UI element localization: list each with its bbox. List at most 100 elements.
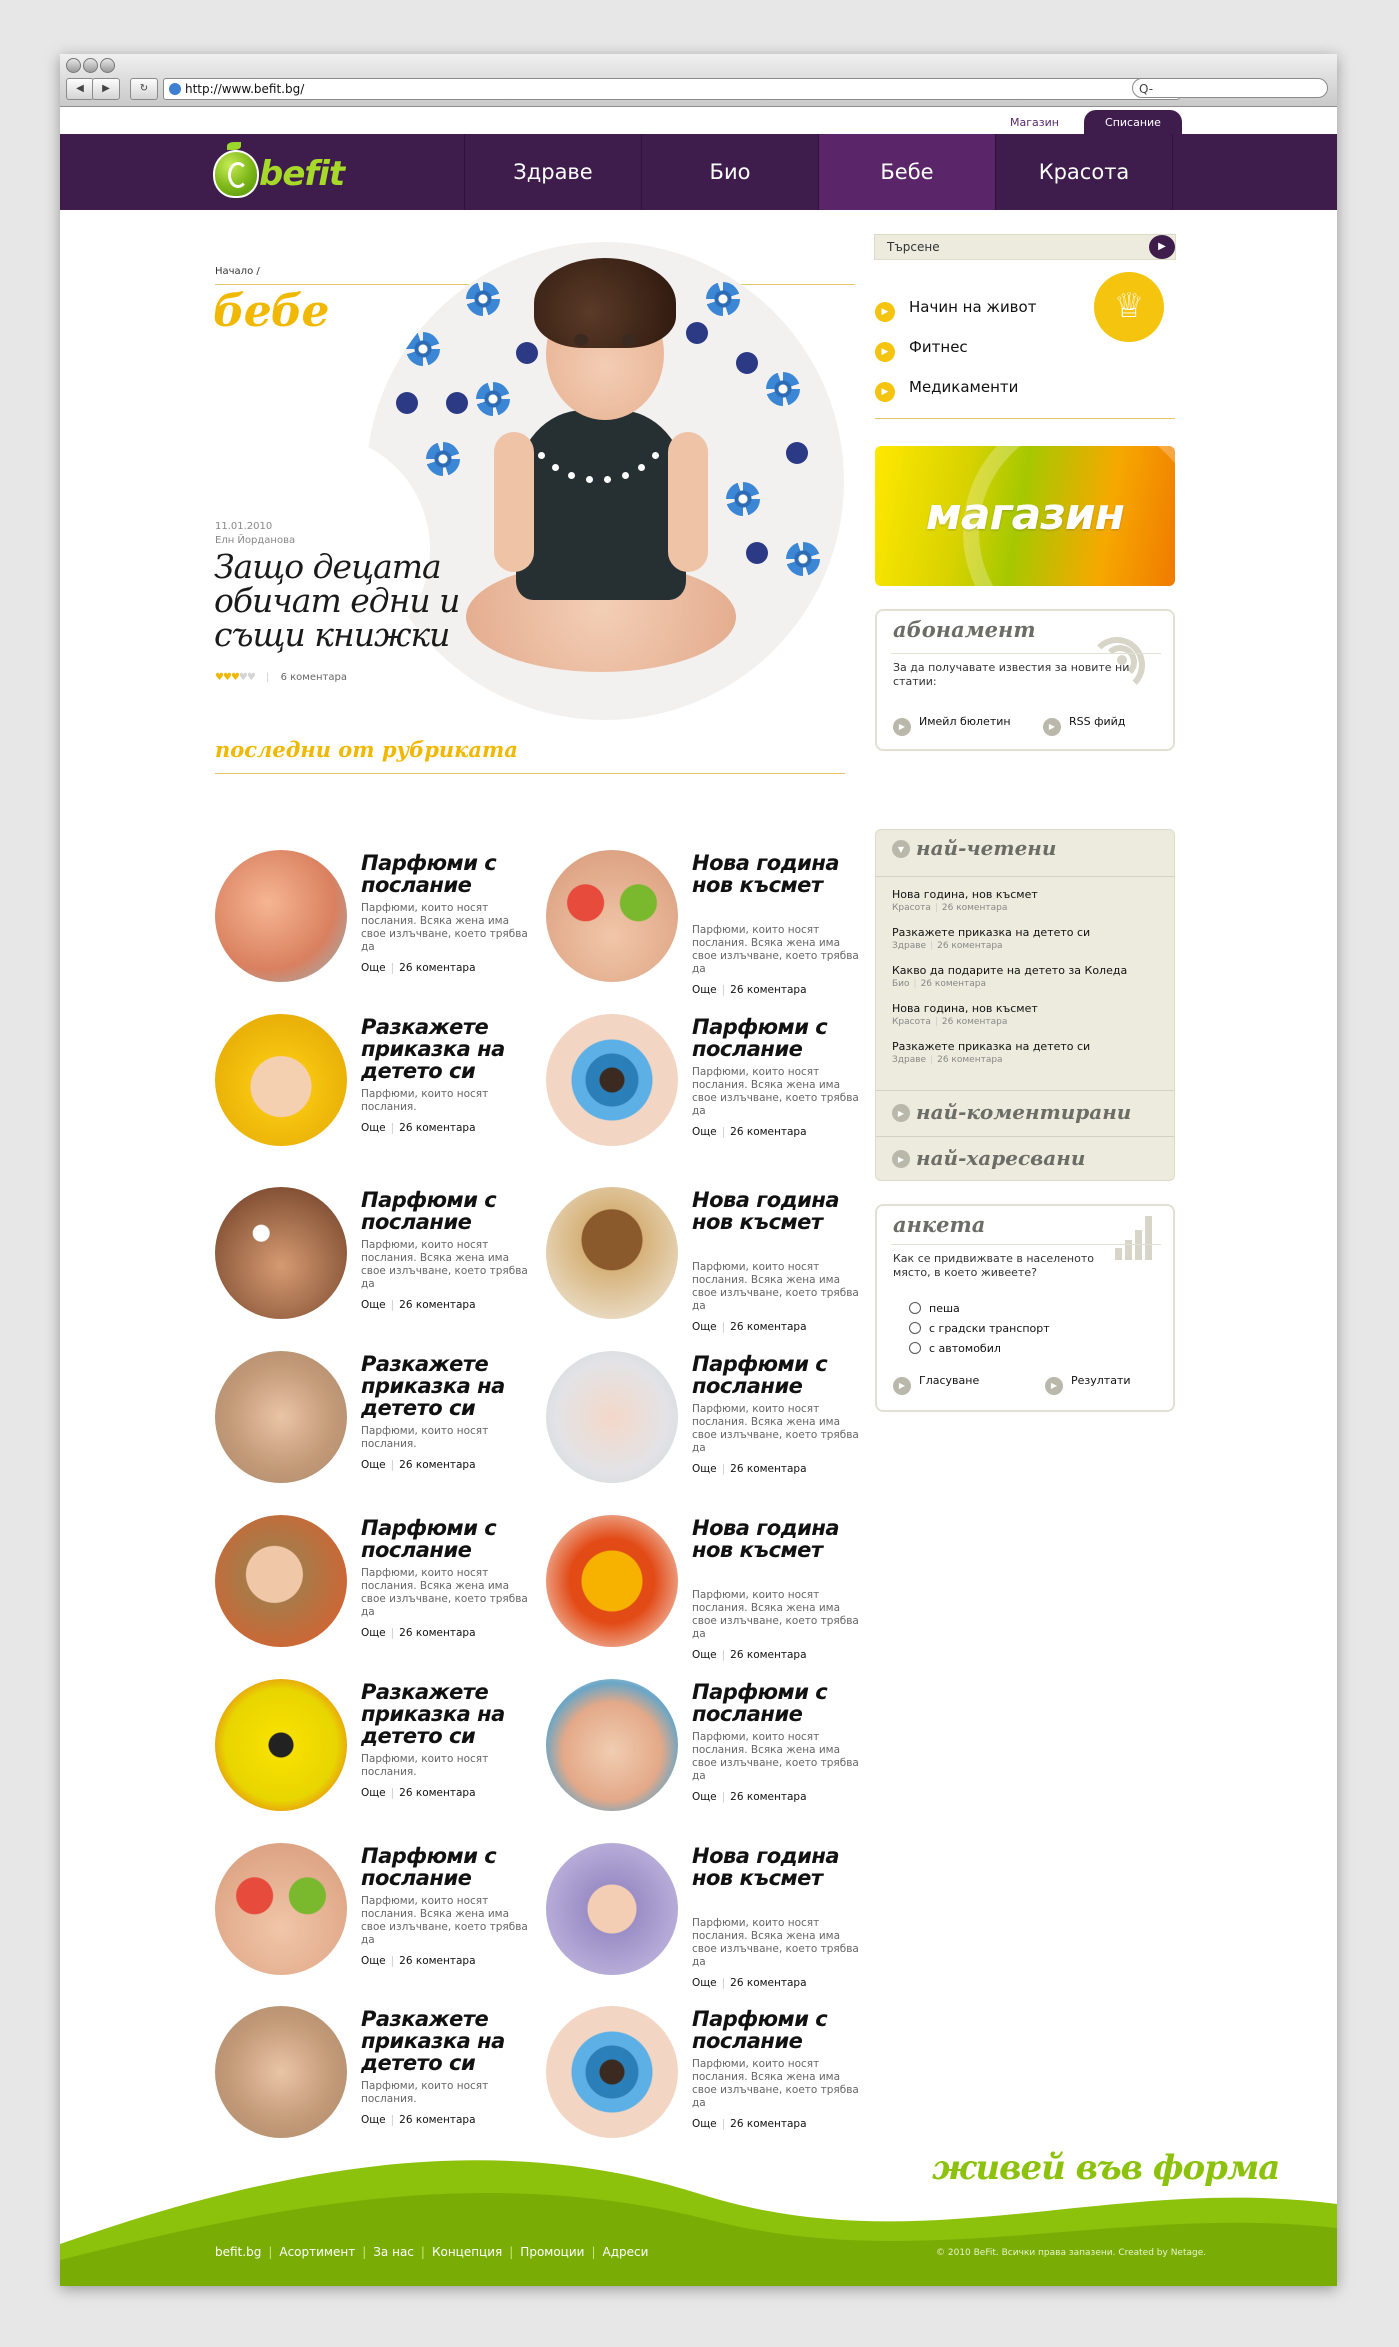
poll-option-car[interactable]: с автомобил — [909, 1342, 1001, 1355]
footer-link[interactable]: Адреси — [603, 2245, 649, 2259]
article-thumbnail[interactable] — [546, 1187, 678, 1319]
comments-link[interactable]: 26 коментара — [399, 2114, 475, 2126]
article-card[interactable]: Парфюми с послание Парфюми, които носят п… — [215, 1843, 535, 1993]
heart-icon[interactable]: ♥ — [239, 672, 248, 683]
article-title[interactable]: Парфюми с послание — [692, 1681, 867, 1725]
article-card[interactable]: Парфюми с послание Парфюми, които носят п… — [546, 1014, 866, 1164]
more-link[interactable]: Още — [692, 1791, 717, 1803]
comments-link[interactable]: 26 коментара — [730, 1649, 806, 1661]
radio-button[interactable] — [909, 1302, 921, 1314]
comments-link[interactable]: 26 коментара — [730, 1321, 806, 1333]
article-card[interactable]: Разкажете приказка на детето си Парфюми, … — [215, 1351, 535, 1501]
article-title[interactable]: Парфюми с послание — [361, 1189, 536, 1233]
article-card[interactable]: Разкажете приказка на детето си Парфюми, … — [215, 1679, 535, 1829]
comments-link[interactable]: 26 коментара — [399, 1955, 475, 1967]
most-read-item[interactable]: Разкажете приказка на детето си Здраве | 26… — [892, 1040, 1162, 1066]
radio-button[interactable] — [909, 1322, 921, 1334]
more-link[interactable]: Още — [361, 1459, 386, 1471]
more-link[interactable]: Още — [361, 962, 386, 974]
tab-most-liked[interactable]: ▶ най-харесвани — [892, 1146, 1085, 1170]
more-link[interactable]: Още — [361, 1787, 386, 1799]
comments-link[interactable]: 26 коментара — [399, 1299, 475, 1311]
most-read-title[interactable]: Какво да подарите на детето за Коледа — [892, 964, 1162, 978]
article-card[interactable]: Парфюми с послание Парфюми, които носят п… — [546, 1679, 866, 1829]
most-read-title[interactable]: Разкажете приказка на детето си — [892, 926, 1162, 940]
browser-search-field[interactable]: Q- — [1132, 78, 1328, 98]
article-thumbnail[interactable] — [215, 850, 347, 982]
tab-most-read[interactable]: ▼ най-четени — [892, 836, 1056, 860]
article-thumbnail[interactable] — [546, 1351, 678, 1483]
minimize-window-icon[interactable] — [83, 58, 98, 73]
article-title[interactable]: Парфюми с послание — [692, 2008, 867, 2052]
article-thumbnail[interactable] — [546, 1014, 678, 1146]
article-title[interactable]: Парфюми с послание — [692, 1353, 867, 1397]
footer-link[interactable]: Концепция — [432, 2245, 502, 2259]
more-link[interactable]: Още — [361, 1299, 386, 1311]
footer-link[interactable]: befit.bg — [215, 2245, 261, 2259]
reload-button[interactable]: ↻ — [130, 78, 158, 100]
hero-comments-link[interactable]: 6 коментара — [281, 672, 347, 683]
article-thumbnail[interactable] — [215, 2006, 347, 2138]
article-card[interactable]: Разкажете приказка на детето си Парфюми, … — [215, 1014, 535, 1164]
article-card[interactable]: Парфюми с послание Парфюми, които носят п… — [546, 1351, 866, 1501]
article-card[interactable]: Парфюми с послание Парфюми, които носят п… — [215, 1187, 535, 1337]
article-title[interactable]: Нова година нов късмет — [692, 1517, 867, 1561]
subnav-medicines[interactable]: ▶ Медикаменти — [875, 378, 1018, 402]
heart-icon[interactable]: ♥ — [223, 672, 232, 683]
most-read-title[interactable]: Разкажете приказка на детето си — [892, 1040, 1162, 1054]
comments-link[interactable]: 26 коментара — [399, 962, 475, 974]
article-title[interactable]: Парфюми с послание — [361, 1517, 536, 1561]
heart-icon[interactable]: ♥ — [231, 672, 240, 683]
search-input[interactable]: Търсене ▶ — [874, 234, 1176, 260]
article-title[interactable]: Нова година нов късмет — [692, 852, 867, 896]
article-card[interactable]: Нова година нов късмет Парфюми, които нос… — [546, 850, 866, 1000]
footer-link[interactable]: За нас — [373, 2245, 414, 2259]
article-thumbnail[interactable] — [215, 1515, 347, 1647]
forward-button[interactable]: ▶ — [92, 78, 120, 100]
hero-title[interactable]: Защо децата обичат едни и същи книжки — [214, 550, 494, 652]
most-read-item[interactable]: Разкажете приказка на детето си Здраве | 26… — [892, 926, 1162, 952]
comments-link[interactable]: 26 коментара — [730, 1463, 806, 1475]
article-title[interactable]: Разкажете приказка на детето си — [361, 1016, 536, 1082]
article-card[interactable]: Нова година нов късмет Парфюми, които нос… — [546, 1843, 866, 1993]
befit-logo[interactable]: befit — [213, 142, 345, 198]
comments-link[interactable]: 26 коментара — [399, 1122, 475, 1134]
rating-hearts[interactable]: ♥♥♥♥♥ — [215, 672, 256, 683]
comments-link[interactable]: 26 коментара — [730, 2118, 806, 2130]
comments-link[interactable]: 26 коментара — [730, 1791, 806, 1803]
comments-link[interactable]: 26 коментара — [730, 1977, 806, 1989]
article-title[interactable]: Разкажете приказка на детето си — [361, 1353, 536, 1419]
article-title[interactable]: Разкажете приказка на детето си — [361, 2008, 536, 2074]
poll-option-walk[interactable]: пеша — [909, 1302, 960, 1315]
nav-bio[interactable]: Био — [641, 134, 818, 210]
close-window-icon[interactable] — [66, 58, 81, 73]
article-title[interactable]: Парфюми с послание — [692, 1016, 867, 1060]
subnav-fitness[interactable]: ▶ Фитнес — [875, 338, 968, 362]
more-link[interactable]: Още — [361, 1122, 386, 1134]
comments-link[interactable]: 26 коментара — [730, 1126, 806, 1138]
article-title[interactable]: Парфюми с послание — [361, 1845, 536, 1889]
poll-option-transit[interactable]: с градски транспорт — [909, 1322, 1050, 1335]
more-link[interactable]: Още — [692, 1126, 717, 1138]
nav-baby[interactable]: Бебе — [818, 134, 995, 210]
article-card[interactable]: Нова година нов късмет Парфюми, които нос… — [546, 1187, 866, 1337]
results-button[interactable]: ▶ Резултати — [1045, 1374, 1131, 1395]
back-button[interactable]: ◀ — [66, 78, 94, 100]
article-title[interactable]: Нова година нов късмет — [692, 1189, 867, 1233]
shop-banner[interactable]: магазин — [875, 446, 1175, 586]
article-title[interactable]: Разкажете приказка на детето си — [361, 1681, 536, 1747]
email-newsletter-link[interactable]: ▶ Имейл бюлетин — [893, 715, 1011, 736]
article-thumbnail[interactable] — [215, 1351, 347, 1483]
more-link[interactable]: Още — [692, 2118, 717, 2130]
heart-icon[interactable]: ♥ — [215, 672, 224, 683]
article-thumbnail[interactable] — [215, 1187, 347, 1319]
more-link[interactable]: Още — [692, 1463, 717, 1475]
article-thumbnail[interactable] — [215, 1843, 347, 1975]
nav-beauty[interactable]: Красота — [995, 134, 1173, 210]
article-thumbnail[interactable] — [546, 2006, 678, 2138]
more-link[interactable]: Още — [361, 1627, 386, 1639]
nav-health[interactable]: Здраве — [464, 134, 641, 210]
more-link[interactable]: Още — [692, 1977, 717, 1989]
article-card[interactable]: Парфюми с послание Парфюми, които носят п… — [215, 1515, 535, 1665]
comments-link[interactable]: 26 коментара — [399, 1459, 475, 1471]
